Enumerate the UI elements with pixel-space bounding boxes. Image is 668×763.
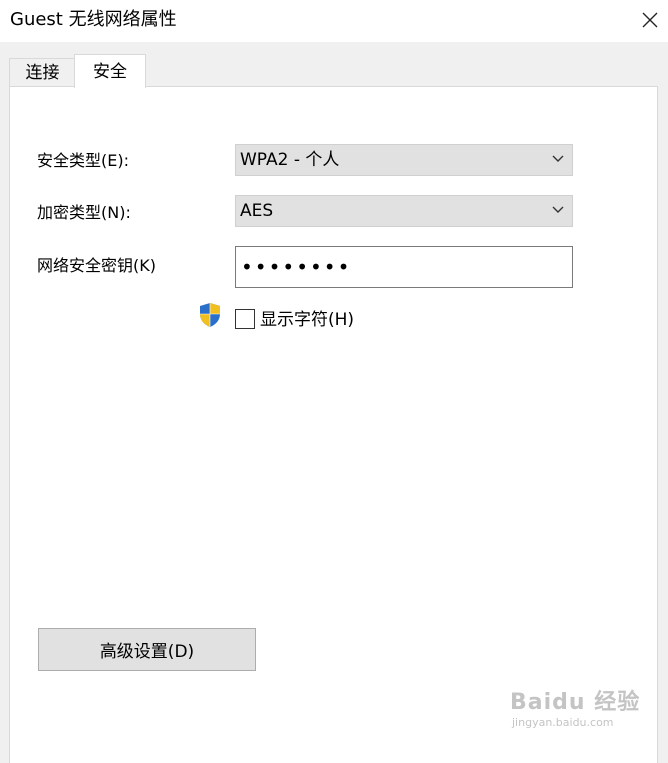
- security-type-label: 安全类型(E):: [37, 151, 129, 170]
- chevron-down-icon: [552, 206, 564, 213]
- chevron-down-icon: [552, 155, 564, 162]
- network-key-label: 网络安全密钥(K): [37, 256, 156, 275]
- close-icon: [642, 12, 658, 28]
- encryption-type-label: 加密类型(N):: [37, 203, 131, 222]
- security-type-value: WPA2 - 个人: [240, 150, 340, 170]
- window-title: Guest 无线网络属性: [10, 9, 177, 30]
- security-type-select[interactable]: WPA2 - 个人: [235, 144, 573, 176]
- encryption-type-value: AES: [240, 201, 274, 221]
- show-characters-checkbox[interactable]: [235, 309, 255, 329]
- network-key-input[interactable]: ••••••••: [235, 246, 573, 288]
- close-button[interactable]: [633, 4, 667, 36]
- encryption-type-select[interactable]: AES: [235, 195, 573, 227]
- title-bar: Guest 无线网络属性: [0, 0, 668, 42]
- tab-connection[interactable]: 连接: [9, 58, 76, 87]
- tab-strip: 连接 安全: [0, 42, 668, 88]
- baidu-watermark: Baidu 经验 jingyan.baidu.com: [510, 690, 640, 730]
- watermark-brand: Baidu 经验: [510, 690, 641, 715]
- watermark-url: jingyan.baidu.com: [512, 716, 614, 729]
- uac-shield-icon: [200, 303, 220, 327]
- show-characters-label[interactable]: 显示字符(H): [260, 309, 354, 331]
- network-key-masked-value: ••••••••: [241, 255, 352, 279]
- advanced-settings-button[interactable]: 高级设置(D): [38, 628, 256, 671]
- tab-security[interactable]: 安全: [74, 54, 146, 88]
